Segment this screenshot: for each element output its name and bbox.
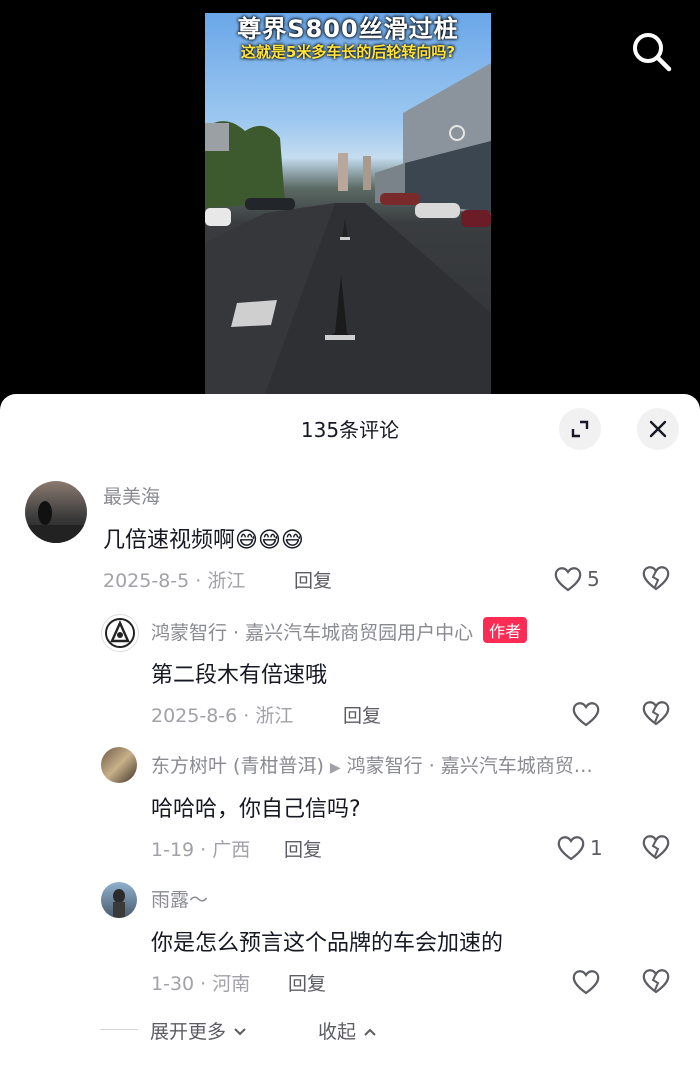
comment-meta: 1-30 · 河南 (151, 973, 251, 995)
video-subtitle: 这就是5米多车长的后轮转向吗? (240, 43, 456, 61)
reply-button[interactable]: 回复 (288, 969, 326, 996)
like-count: 5 (587, 567, 600, 591)
comment-meta: 1-19 · 广西 (151, 839, 251, 861)
emoji-sweat-smile: 😅 (235, 528, 258, 553)
broken-heart-icon (642, 835, 670, 860)
comment-date: 2025-8-6 (151, 705, 238, 727)
dislike-button[interactable] (640, 832, 672, 864)
video-frame[interactable]: 尊界S800丝滑过桩 这就是5米多车长的后轮转向吗? (205, 13, 491, 394)
comment-text: 第二段木有倍速哦 (151, 663, 328, 688)
video-player[interactable]: 尊界S800丝滑过桩 这就是5米多车长的后轮转向吗? (0, 0, 700, 410)
avatar[interactable] (101, 614, 139, 652)
comment-author[interactable]: 鸿蒙智行 · 嘉兴汽车城商贸园用户中心 作者 (151, 617, 528, 645)
collapse-label: 收起 (318, 1021, 357, 1043)
like-button[interactable]: 1 (556, 832, 616, 864)
collapse-button[interactable]: 收起 (318, 1017, 378, 1044)
heart-icon (572, 702, 600, 727)
reply-item: 东方树叶 (青柑普洱) ▶ 鸿蒙智行 · 嘉兴汽车城商贸… 哈哈哈，你自己信吗? 1… (0, 746, 700, 866)
video-scene (205, 63, 491, 394)
avatar[interactable] (101, 882, 137, 918)
reply-button[interactable]: 回复 (343, 701, 381, 728)
comment-text: 几倍速视频啊😅😅😅 (103, 522, 304, 554)
emoji-sweat-smile: 😅 (280, 528, 304, 553)
broken-heart-icon (642, 969, 670, 994)
reply-button[interactable]: 回复 (294, 566, 332, 593)
comment-date: 2025-8-5 (103, 570, 190, 592)
reply-arrow-icon: ▶ (329, 760, 341, 776)
comment-meta: 2025-8-5 · 浙江 (103, 570, 246, 592)
search-icon (633, 33, 672, 72)
comment-text: 你是怎么预言这个品牌的车会加速的 (151, 931, 504, 956)
comment-author[interactable]: 雨露～ (151, 885, 208, 912)
comment-date: 1-19 (151, 839, 195, 861)
author-badge: 作者 (483, 617, 528, 643)
comment-meta: 2025-8-6 · 浙江 (151, 705, 294, 727)
heart-icon (572, 970, 600, 995)
dislike-button[interactable] (640, 563, 672, 595)
reply-button[interactable]: 回复 (284, 835, 322, 862)
author-name: 鸿蒙智行 · 嘉兴汽车城商贸园用户中心 (151, 622, 474, 644)
reply-to-name: 鸿蒙智行 · 嘉兴汽车城商贸… (346, 755, 593, 777)
comment-location: 浙江 (255, 705, 294, 727)
avatar[interactable] (25, 481, 87, 543)
close-sheet-button[interactable] (637, 408, 679, 450)
heart-icon (557, 836, 585, 861)
chevron-up-icon (364, 1028, 376, 1036)
search-button[interactable] (628, 28, 674, 74)
divider-line (100, 1029, 138, 1030)
author-name: 东方树叶 (青柑普洱) (151, 755, 324, 777)
comment-body: 几倍速视频啊 (103, 528, 236, 553)
comment-author[interactable]: 最美海 (103, 482, 160, 509)
expand-more-button[interactable]: 展开更多 (150, 1017, 248, 1044)
dislike-button[interactable] (640, 966, 672, 998)
expand-icon (571, 420, 589, 438)
like-button[interactable]: 5 (553, 563, 613, 595)
reply-item: 鸿蒙智行 · 嘉兴汽车城商贸园用户中心 作者 第二段木有倍速哦 2025-8-6 … (0, 612, 700, 732)
comment-location: 河南 (212, 973, 251, 995)
comment-item: 最美海 几倍速视频啊😅😅😅 2025-8-5 · 浙江 回复 5 (0, 478, 700, 598)
broken-heart-icon (642, 566, 670, 591)
comment-location: 广西 (212, 839, 251, 861)
expand-more-label: 展开更多 (150, 1021, 227, 1043)
close-icon (649, 420, 667, 438)
reply-item: 雨露～ 你是怎么预言这个品牌的车会加速的 1-30 · 河南 回复 (0, 880, 700, 1000)
replies-toggle-row: 展开更多 收起 (0, 1014, 700, 1048)
comment-date: 1-30 (151, 973, 195, 995)
like-button[interactable] (571, 698, 603, 730)
broken-heart-icon (642, 701, 670, 726)
avatar[interactable] (101, 747, 137, 783)
comment-text: 哈哈哈，你自己信吗? (151, 797, 361, 822)
expand-sheet-button[interactable] (559, 408, 601, 450)
dislike-button[interactable] (640, 698, 672, 730)
heart-icon (554, 567, 582, 592)
comment-author[interactable]: 东方树叶 (青柑普洱) ▶ 鸿蒙智行 · 嘉兴汽车城商贸… (151, 751, 676, 778)
video-title: 尊界S800丝滑过桩 (237, 15, 459, 43)
like-count: 1 (590, 836, 603, 860)
emoji-sweat-smile: 😅 (257, 528, 281, 553)
chevron-down-icon (234, 1028, 246, 1036)
like-button[interactable] (571, 966, 603, 998)
comment-location: 浙江 (207, 570, 246, 592)
